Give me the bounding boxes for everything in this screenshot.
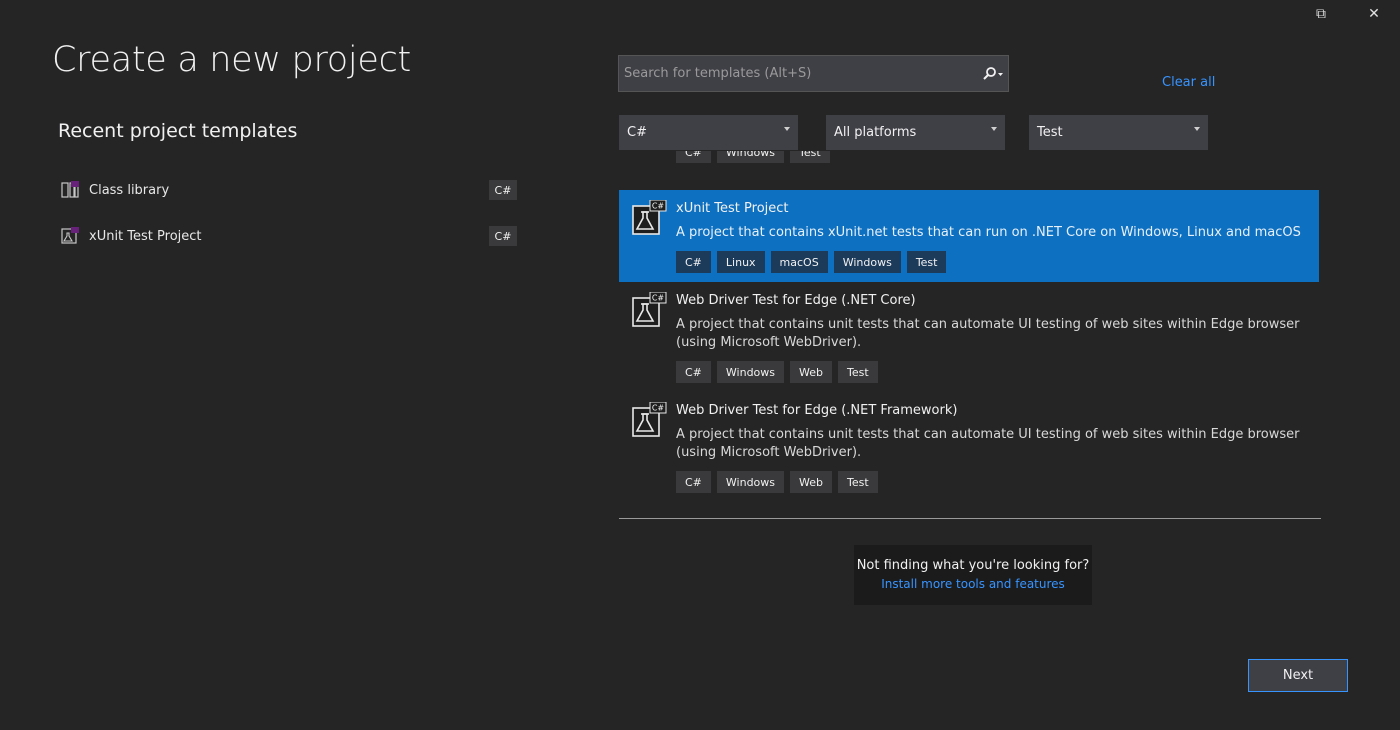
template-name: Web Driver Test for Edge (.NET Framework… [676,403,958,418]
tag-list: C# Linux macOS Windows Test [676,251,947,273]
tag: Linux [716,251,765,273]
test-project-icon: C# [632,200,667,235]
svg-text:C#: C# [652,202,665,211]
platform-filter-value: All platforms [834,125,917,140]
tag: Test [838,471,878,493]
help-question: Not finding what you're looking for? [856,558,1090,573]
recent-item-label: Class library [89,182,170,198]
search-icon[interactable] [978,56,1008,91]
template-list[interactable]: C# Windows Test C# xUnit Test Project A … [619,151,1321,519]
next-button[interactable]: Next [1248,659,1348,692]
tag: Windows [716,151,785,163]
template-item-web-driver-edge-net-framework[interactable]: C# Web Driver Test for Edge (.NET Framew… [619,392,1319,502]
list-divider [619,518,1321,519]
test-project-icon: C# [632,402,667,437]
template-name: xUnit Test Project [676,201,789,216]
project-type-filter-value: Test [1037,125,1063,140]
tag-list: C# Windows Web Test [676,361,878,383]
tag: macOS [770,251,828,273]
language-filter-value: C# [627,125,647,140]
template-description: A project that contains xUnit.net tests … [676,225,1301,240]
restore-icon: ⧉ [1316,6,1326,22]
template-item-xunit-test-project[interactable]: C# xUnit Test Project A project that con… [619,190,1319,282]
tag: Test [838,361,878,383]
search-input[interactable] [619,65,978,82]
svg-text:C#: C# [652,404,665,413]
tag: Test [906,251,947,273]
clear-all-link[interactable]: Clear all [1162,75,1215,90]
svg-text:C#: C# [652,294,665,303]
chevron-down-icon [784,127,790,131]
tag: Windows [716,471,785,493]
tag: C# [676,251,711,273]
template-item-web-driver-edge-net-core[interactable]: C# Web Driver Test for Edge (.NET Core) … [619,282,1319,392]
tag-list: C# Windows Test [676,151,830,163]
template-search-box[interactable] [618,55,1009,92]
recent-item-label: xUnit Test Project [89,228,202,244]
language-tag: C# [489,226,517,246]
tag: Test [790,151,830,163]
tag: Windows [833,251,901,273]
tag-list: C# Windows Web Test [676,471,878,493]
template-item-partial[interactable]: C# Windows Test [619,151,1319,179]
project-type-filter-dropdown[interactable]: Test [1029,115,1208,150]
tag: Web [790,471,832,493]
template-description: A project that contains unit tests that … [676,427,1300,460]
restore-window-button[interactable]: ⧉ [1307,3,1335,25]
chevron-down-icon [1194,127,1200,131]
language-tag: C# [489,180,517,200]
template-description: A project that contains unit tests that … [676,317,1300,350]
language-filter-dropdown[interactable]: C# [619,115,798,150]
tag: C# [676,151,711,163]
test-project-icon [61,227,79,244]
chevron-down-icon [991,127,997,131]
page-title: Create a new project [52,40,411,80]
tag: Web [790,361,832,383]
recent-item-class-library[interactable]: Class library C# [58,175,520,205]
class-library-icon [61,181,79,198]
tag: Windows [716,361,785,383]
close-window-button[interactable]: ✕ [1360,3,1388,25]
not-finding-help-box: Not finding what you're looking for? Ins… [854,545,1092,605]
platform-filter-dropdown[interactable]: All platforms [826,115,1005,150]
install-more-tools-link[interactable]: Install more tools and features [854,577,1092,591]
close-icon: ✕ [1368,6,1380,22]
recent-item-xunit-test-project[interactable]: xUnit Test Project C# [58,221,520,251]
tag: C# [676,471,711,493]
template-name: Web Driver Test for Edge (.NET Core) [676,293,916,308]
recent-templates-heading: Recent project templates [58,120,298,142]
tag: C# [676,361,711,383]
test-project-icon: C# [632,292,667,327]
